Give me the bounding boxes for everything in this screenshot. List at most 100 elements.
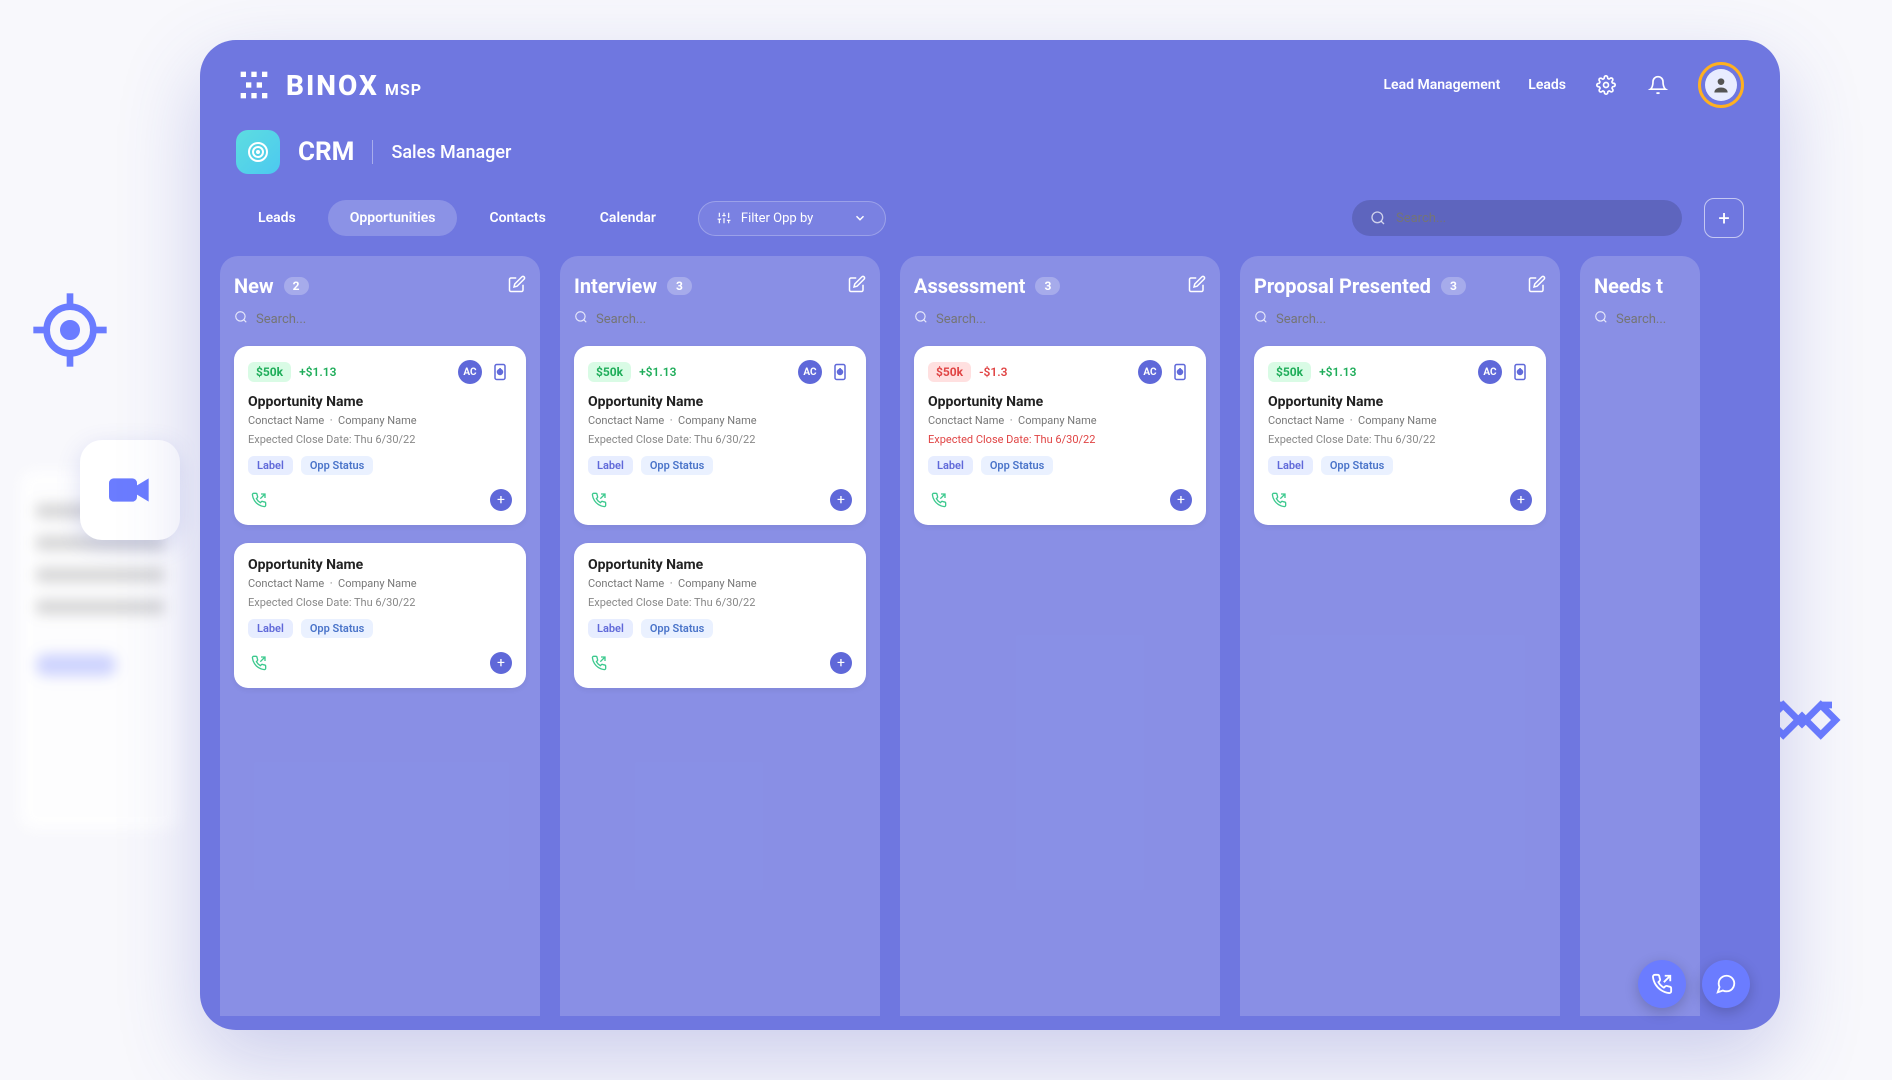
- column-header: New2: [234, 274, 526, 298]
- column-search[interactable]: [234, 310, 526, 328]
- settings-icon[interactable]: [1594, 73, 1618, 97]
- sliders-icon: [717, 211, 731, 225]
- account-icon: $: [488, 360, 512, 384]
- column-search-input[interactable]: [936, 312, 1206, 327]
- status-chip[interactable]: Opp Status: [981, 456, 1054, 475]
- call-out-icon[interactable]: [588, 489, 610, 511]
- opportunity-card[interactable]: $50k+$1.13AC$Opportunity NameConctact Na…: [574, 346, 866, 525]
- filter-dropdown[interactable]: Filter Opp by: [698, 201, 886, 236]
- svg-text:$: $: [1179, 369, 1182, 376]
- amount-badge: $50k: [928, 362, 971, 382]
- add-button[interactable]: +: [1704, 198, 1744, 238]
- column-search[interactable]: [1594, 310, 1686, 328]
- column-search-input[interactable]: [1276, 312, 1546, 327]
- card-footer: +: [928, 489, 1192, 511]
- card-footer: +: [248, 489, 512, 511]
- card-add-button[interactable]: +: [490, 652, 512, 674]
- card-add-button[interactable]: +: [1510, 489, 1532, 511]
- call-out-icon[interactable]: [248, 652, 270, 674]
- card-add-button[interactable]: +: [830, 489, 852, 511]
- chip-row: Label Opp Status: [588, 619, 852, 638]
- chip-row: Label Opp Status: [928, 456, 1192, 475]
- status-chip[interactable]: Opp Status: [301, 456, 374, 475]
- fab-call[interactable]: [1638, 960, 1686, 1008]
- page-title-row: CRM Sales Manager: [200, 116, 1780, 198]
- opportunity-card[interactable]: $50k+$1.13AC$Opportunity NameConctact Na…: [234, 346, 526, 525]
- card-footer: +: [1268, 489, 1532, 511]
- card-stats-row: $50k+$1.13AC$: [1268, 360, 1532, 384]
- user-avatar[interactable]: [1698, 62, 1744, 108]
- column-search-input[interactable]: [596, 312, 866, 327]
- call-out-icon[interactable]: [588, 652, 610, 674]
- status-chip[interactable]: Opp Status: [641, 619, 714, 638]
- edit-column-icon[interactable]: [1188, 275, 1206, 297]
- column-search[interactable]: [914, 310, 1206, 328]
- column-search-input[interactable]: [256, 312, 526, 327]
- chevron-down-icon: [853, 211, 867, 225]
- card-add-button[interactable]: +: [490, 489, 512, 511]
- edit-column-icon[interactable]: [1528, 275, 1546, 297]
- delta-value: +$1.13: [639, 365, 676, 379]
- fab-row: [1638, 960, 1750, 1008]
- brand-logo[interactable]: BINOX MSP: [236, 67, 422, 103]
- chip-row: Label Opp Status: [1268, 456, 1532, 475]
- column-header: Assessment3: [914, 274, 1206, 298]
- call-out-icon[interactable]: [1268, 489, 1290, 511]
- label-chip[interactable]: Label: [1268, 456, 1313, 475]
- opportunity-card[interactable]: $50k+$1.13AC$Opportunity NameConctact Na…: [1254, 346, 1546, 525]
- edit-column-icon[interactable]: [508, 275, 526, 297]
- kanban-column: Interview3$50k+$1.13AC$Opportunity NameC…: [560, 256, 880, 1016]
- kanban-column: Proposal Presented3$50k+$1.13AC$Opportun…: [1240, 256, 1560, 1016]
- label-chip[interactable]: Label: [928, 456, 973, 475]
- column-search-input[interactable]: [1616, 312, 1780, 327]
- call-out-icon[interactable]: [248, 489, 270, 511]
- search-icon: [234, 310, 248, 328]
- global-search-input[interactable]: [1396, 211, 1664, 226]
- bell-icon[interactable]: [1646, 73, 1670, 97]
- card-add-button[interactable]: +: [830, 652, 852, 674]
- column-search[interactable]: [1254, 310, 1546, 328]
- label-chip[interactable]: Label: [248, 456, 293, 475]
- card-stats-row: $50k+$1.13AC$: [588, 360, 852, 384]
- app-window: BINOX MSP Lead Management Leads CRM: [200, 40, 1780, 1030]
- card-stats-row: $50k-$1.3AC$: [928, 360, 1192, 384]
- account-icon: $: [1508, 360, 1532, 384]
- amount-badge: $50k: [588, 362, 631, 382]
- label-chip[interactable]: Label: [248, 619, 293, 638]
- column-title: New: [234, 274, 274, 298]
- tabs-row: Leads Opportunities Contacts Calendar Fi…: [200, 198, 1780, 256]
- tab-calendar[interactable]: Calendar: [578, 200, 678, 236]
- nav-leads[interactable]: Leads: [1528, 77, 1566, 93]
- opportunity-title: Opportunity Name: [588, 557, 852, 573]
- search-icon: [574, 310, 588, 328]
- opportunity-card[interactable]: Opportunity NameConctact Name · Company …: [234, 543, 526, 688]
- call-out-icon[interactable]: [928, 489, 950, 511]
- close-date: Expected Close Date: Thu 6/30/22: [248, 433, 512, 446]
- tab-leads[interactable]: Leads: [236, 200, 318, 236]
- close-date: Expected Close Date: Thu 6/30/22: [588, 433, 852, 446]
- status-chip[interactable]: Opp Status: [641, 456, 714, 475]
- column-count: 3: [667, 277, 692, 295]
- edit-column-icon[interactable]: [848, 275, 866, 297]
- status-chip[interactable]: Opp Status: [301, 619, 374, 638]
- opportunity-subtitle: Conctact Name · Company Name: [928, 414, 1192, 427]
- column-title: Proposal Presented: [1254, 274, 1431, 298]
- opportunity-subtitle: Conctact Name · Company Name: [588, 414, 852, 427]
- tab-contacts[interactable]: Contacts: [467, 200, 567, 236]
- svg-text:$: $: [1519, 369, 1522, 376]
- amount-badge: $50k: [248, 362, 291, 382]
- label-chip[interactable]: Label: [588, 619, 633, 638]
- opportunity-card[interactable]: $50k-$1.3AC$Opportunity NameConctact Nam…: [914, 346, 1206, 525]
- card-add-button[interactable]: +: [1170, 489, 1192, 511]
- amount-badge: $50k: [1268, 362, 1311, 382]
- opportunity-card[interactable]: Opportunity NameConctact Name · Company …: [574, 543, 866, 688]
- column-search[interactable]: [574, 310, 866, 328]
- global-search[interactable]: [1352, 200, 1682, 236]
- opportunity-title: Opportunity Name: [588, 394, 852, 410]
- status-chip[interactable]: Opp Status: [1321, 456, 1394, 475]
- account-icon: $: [1168, 360, 1192, 384]
- label-chip[interactable]: Label: [588, 456, 633, 475]
- tab-opportunities[interactable]: Opportunities: [328, 200, 458, 236]
- fab-chat[interactable]: [1702, 960, 1750, 1008]
- nav-lead-management[interactable]: Lead Management: [1383, 77, 1500, 93]
